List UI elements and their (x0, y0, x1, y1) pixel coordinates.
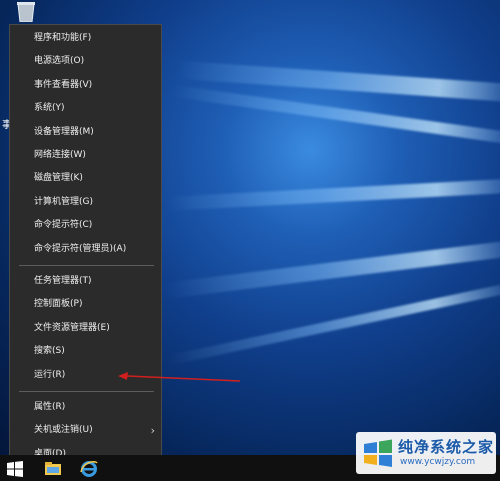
windows-logo-icon[interactable] (7, 461, 23, 477)
site-logo-icon (364, 439, 392, 467)
annotation-arrow (118, 372, 241, 382)
site-watermark: 纯净系统之家 www.ycwjzy.com (356, 432, 496, 474)
watermark-url: www.ycwjzy.com (400, 457, 476, 467)
watermark-title: 纯净系统之家 (398, 438, 495, 456)
file-explorer-icon[interactable] (44, 460, 62, 476)
internet-explorer-icon[interactable] (79, 458, 99, 478)
